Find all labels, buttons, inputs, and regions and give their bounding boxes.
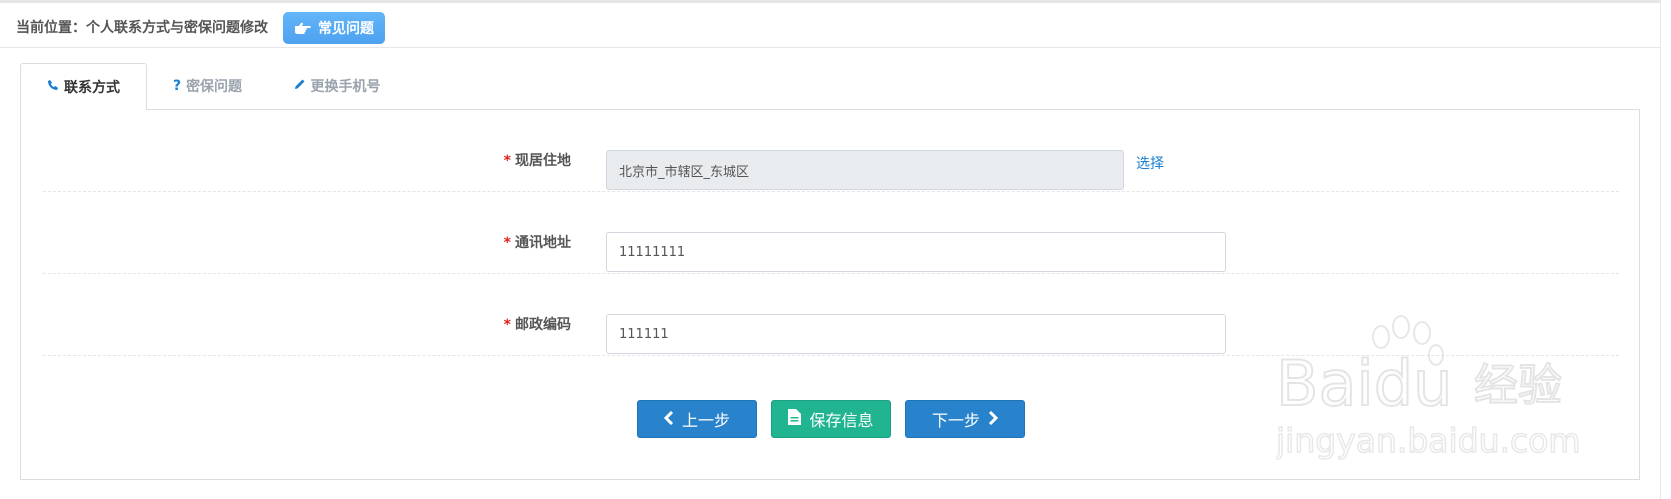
watermark-brand-cn: 经验 [1474,360,1562,411]
watermark-brand: Baidu [1276,347,1452,420]
residence-row: *现居住地 选择 [43,110,1619,192]
required-mark: * [503,317,511,333]
required-mark: * [503,153,511,169]
pencil-icon [294,78,306,94]
required-mark: * [503,235,511,251]
tab-change-phone[interactable]: 更换手机号 [282,63,392,109]
chevron-left-icon [663,410,674,429]
next-step-button[interactable]: 下一步 [905,400,1025,438]
residence-label: * 现居住地 [504,150,571,170]
question-icon: ? [172,78,182,94]
tab-security-question-label: 密保问题 [186,79,243,95]
postcode-field[interactable] [606,314,1226,354]
faq-button[interactable]: 常见问题 [283,12,385,44]
prev-step-button[interactable]: 上一步 [637,400,757,438]
address-row: * 通讯地址 [43,192,1619,274]
address-label: * 通讯地址 [504,232,571,252]
faq-button-label: 常见问题 [318,21,374,37]
next-step-label: 下一步 [931,411,980,430]
address-label-text: 通讯地址 [515,235,571,251]
postcode-label-text: 邮政编码 [515,317,571,333]
pointing-hand-icon [294,21,312,35]
tab-change-phone-label: 更换手机号 [310,79,381,95]
chevron-right-icon [988,410,999,429]
document-icon [788,409,802,429]
select-location-link[interactable]: 选择 [1136,153,1164,173]
tab-strip: 联系方式 ? 密保问题 更换手机号 [20,63,1640,110]
tab-security-question[interactable]: ? 密保问题 [160,63,255,109]
prev-step-label: 上一步 [681,411,730,430]
scrollbar-track [1660,0,1661,499]
phone-icon [47,79,59,95]
residence-label-text: 现居住地 [515,153,571,169]
watermark-url: jingyan.baidu.com [1276,421,1581,460]
breadcrumb: 当前位置：个人联系方式与密保问题修改 [16,20,268,36]
tab-contact[interactable]: 联系方式 [20,63,147,110]
postcode-label: * 邮政编码 [504,314,571,334]
save-info-label: 保存信息 [809,411,874,430]
residence-field[interactable] [606,150,1124,190]
address-field[interactable] [606,232,1226,272]
tab-contact-label: 联系方式 [64,80,120,96]
breadcrumb-bar: 当前位置：个人联系方式与密保问题修改 常见问题 [0,3,1660,48]
save-info-button[interactable]: 保存信息 [771,400,891,438]
baidu-jingyan-watermark: Baidu 经验 jingyan.baidu.com [1276,315,1581,461]
